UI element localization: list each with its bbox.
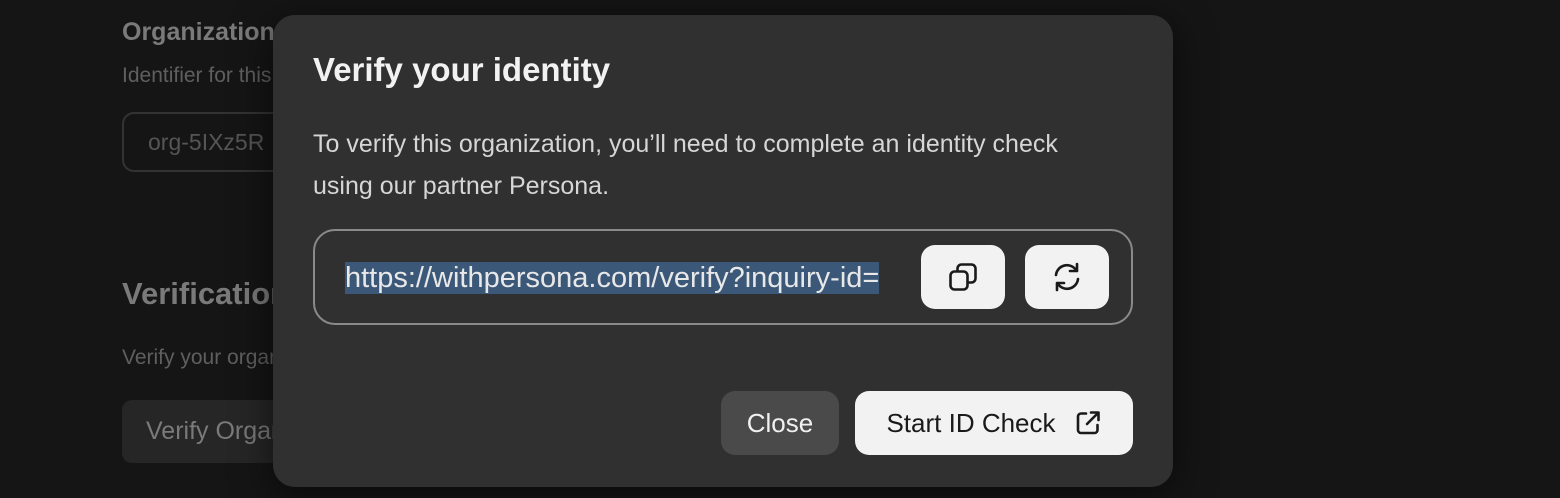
copy-url-button[interactable] [921,245,1005,309]
start-id-check-label: Start ID Check [886,407,1056,438]
close-button[interactable]: Close [721,391,839,455]
verification-url-text[interactable]: https://withpersona.com/verify?inquiry-i… [345,262,880,294]
verify-identity-dialog: Verify your identity To verify this orga… [273,15,1173,487]
refresh-url-button[interactable] [1025,245,1109,309]
verification-url-field[interactable]: https://withpersona.com/verify?inquiry-i… [345,259,909,297]
verification-heading: Verification [122,276,290,311]
dialog-description: To verify this organization, you’ll need… [313,130,1058,200]
copy-icon [947,261,979,293]
close-button-label: Close [746,407,814,438]
start-id-check-button[interactable]: Start ID Check [855,391,1133,455]
verification-url-box: https://withpersona.com/verify?inquiry-i… [313,229,1133,325]
refresh-icon [1051,261,1083,293]
external-link-icon [1074,409,1102,437]
dialog-title: Verify your identity [313,51,611,88]
